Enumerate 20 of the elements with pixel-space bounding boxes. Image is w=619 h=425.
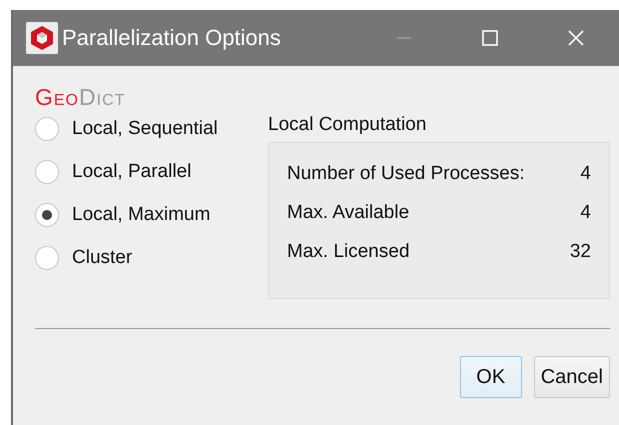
field-value: 4 [580, 202, 591, 224]
field-label: Number of Used Processes: [287, 163, 525, 185]
logo: GeoDict [35, 84, 126, 110]
ok-button[interactable]: OK [460, 356, 522, 398]
window-title: Parallelization Options [62, 25, 282, 51]
app-icon [26, 22, 58, 54]
field-value: 4 [580, 163, 591, 185]
radio-label[interactable]: Cluster [72, 247, 132, 269]
cancel-button[interactable]: Cancel [534, 356, 610, 398]
radio-button[interactable] [35, 160, 59, 184]
field-label: Max. Available [287, 202, 410, 224]
radio-label[interactable]: Local, Maximum [72, 204, 210, 226]
radio-button[interactable] [35, 117, 59, 141]
radio-button[interactable] [35, 246, 59, 270]
radio-button[interactable] [35, 203, 59, 227]
radio-label[interactable]: Local, Parallel [72, 161, 192, 183]
field-label: Max. Licensed [287, 241, 410, 263]
field-value: 32 [570, 241, 591, 263]
group-title: Local Computation [268, 114, 426, 136]
radio-label[interactable]: Local, Sequential [72, 118, 218, 140]
